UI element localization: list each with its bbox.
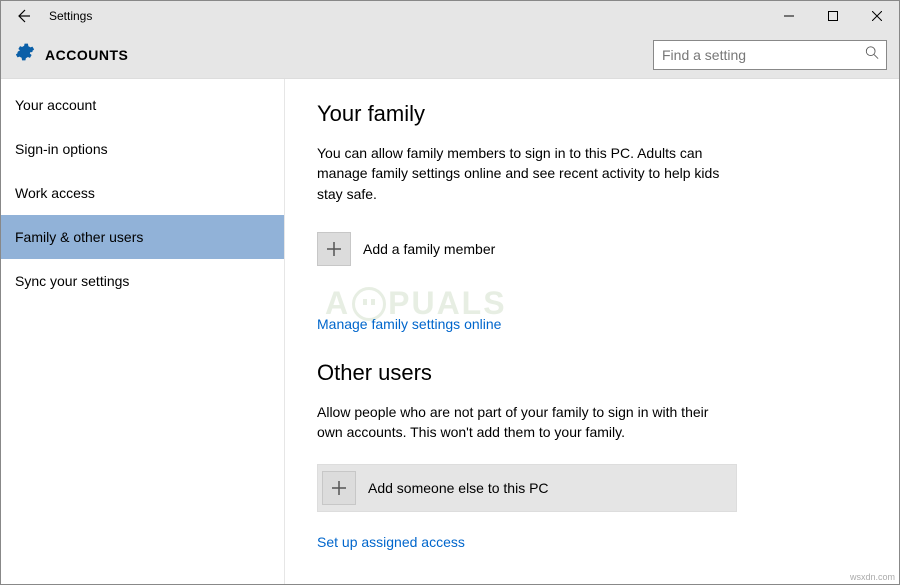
- add-other-user-label: Add someone else to this PC: [368, 480, 549, 496]
- sidebar-item-label: Your account: [15, 97, 96, 113]
- close-button[interactable]: [855, 1, 899, 31]
- add-other-user-button[interactable]: Add someone else to this PC: [317, 464, 737, 512]
- sidebar-item-label: Work access: [15, 185, 95, 201]
- add-family-member-button[interactable]: Add a family member: [317, 226, 737, 272]
- window-controls: [767, 1, 899, 31]
- header: ACCOUNTS: [1, 31, 899, 79]
- sidebar-item-work-access[interactable]: Work access: [1, 171, 284, 215]
- maximize-icon: [828, 11, 838, 21]
- back-button[interactable]: [1, 1, 45, 31]
- other-users-heading: Other users: [317, 360, 867, 386]
- sidebar-item-label: Family & other users: [15, 229, 143, 245]
- minimize-button[interactable]: [767, 1, 811, 31]
- main-body: Your account Sign-in options Work access…: [1, 79, 899, 584]
- sidebar-item-signin-options[interactable]: Sign-in options: [1, 127, 284, 171]
- manage-family-link[interactable]: Manage family settings online: [317, 316, 501, 332]
- content-pane: A PUALS Your family You can allow family…: [285, 79, 899, 584]
- sidebar-item-label: Sign-in options: [15, 141, 108, 157]
- family-description: You can allow family members to sign in …: [317, 143, 737, 204]
- add-family-label: Add a family member: [363, 241, 495, 257]
- window-title: Settings: [49, 9, 92, 23]
- search-input[interactable]: [653, 40, 887, 70]
- sidebar-item-sync-your-settings[interactable]: Sync your settings: [1, 259, 284, 303]
- gear-icon: [15, 42, 35, 67]
- minimize-icon: [784, 11, 794, 21]
- attribution-text: wsxdn.com: [850, 572, 895, 582]
- page-title: ACCOUNTS: [45, 47, 128, 63]
- titlebar: Settings: [1, 1, 899, 31]
- plus-icon: [317, 232, 351, 266]
- search-icon: [865, 45, 879, 64]
- sidebar-item-your-account[interactable]: Your account: [1, 83, 284, 127]
- sidebar: Your account Sign-in options Work access…: [1, 79, 285, 584]
- family-heading: Your family: [317, 101, 867, 127]
- search-container: [653, 40, 887, 70]
- close-icon: [872, 11, 882, 21]
- maximize-button[interactable]: [811, 1, 855, 31]
- sidebar-item-family-other-users[interactable]: Family & other users: [1, 215, 284, 259]
- back-arrow-icon: [15, 8, 31, 24]
- sidebar-item-label: Sync your settings: [15, 273, 129, 289]
- plus-icon: [322, 471, 356, 505]
- assigned-access-link[interactable]: Set up assigned access: [317, 534, 465, 550]
- other-users-description: Allow people who are not part of your fa…: [317, 402, 737, 443]
